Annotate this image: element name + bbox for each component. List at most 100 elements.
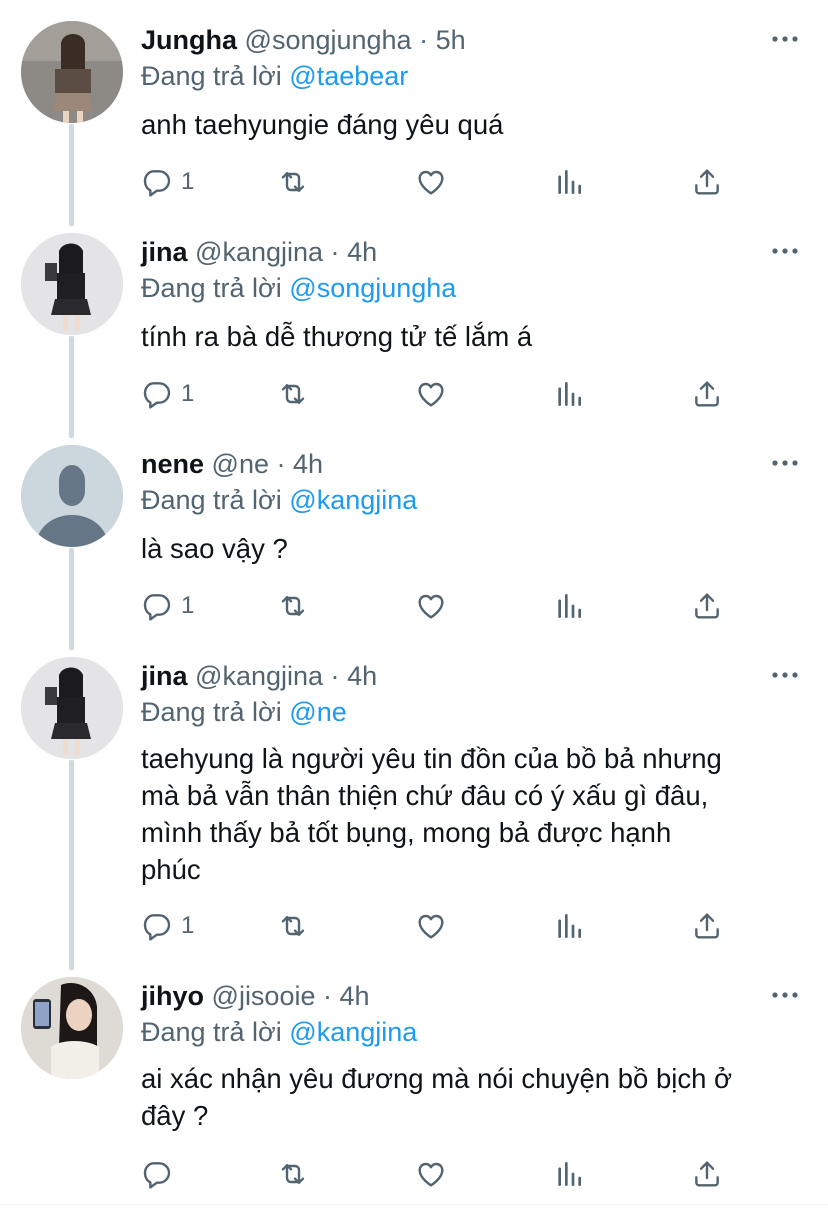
reply-prefix: Đang trả lời xyxy=(141,273,282,303)
display-name[interactable]: jihyo xyxy=(141,981,204,1011)
views-button[interactable] xyxy=(553,906,585,946)
avatar[interactable] xyxy=(21,233,123,335)
reply-icon xyxy=(141,590,173,622)
tweet-actions: 1 xyxy=(141,374,801,414)
views-button[interactable] xyxy=(553,586,585,626)
reply-icon xyxy=(141,378,173,410)
tweet-text-line: tính ra bà dễ thương tử tế lắm á xyxy=(141,321,533,352)
retweet-button[interactable] xyxy=(277,374,309,414)
tweet-text-line: ai xác nhận yêu đương mà nói chuyện bồ b… xyxy=(141,1063,733,1094)
tweet-text: ai xác nhận yêu đương mà nói chuyện bồ b… xyxy=(141,1060,811,1134)
avatar[interactable] xyxy=(21,657,123,759)
heart-icon xyxy=(415,166,447,198)
user-handle[interactable]: @ne xyxy=(212,449,269,479)
bar-chart-icon xyxy=(553,166,585,198)
share-icon xyxy=(691,590,723,622)
more-options-icon[interactable] xyxy=(770,660,800,690)
separator-dot: · xyxy=(323,981,332,1011)
like-button[interactable] xyxy=(415,586,447,626)
reply-mention[interactable]: @kangjina xyxy=(289,485,417,515)
reply-icon xyxy=(141,166,173,198)
share-button[interactable] xyxy=(691,374,723,414)
more-options-icon[interactable] xyxy=(770,236,800,266)
reply-mention[interactable]: @ne xyxy=(289,697,346,727)
views-button[interactable] xyxy=(553,1154,585,1194)
reply-button[interactable] xyxy=(141,1154,181,1194)
tweet-actions xyxy=(141,1154,801,1194)
reply-thread: Jungha @songjungha · 5h Đang trả lời @ta… xyxy=(0,0,828,1209)
tweet[interactable]: Jungha @songjungha · 5h Đang trả lời @ta… xyxy=(0,0,828,212)
tweet[interactable]: jihyo @jisooie · 4h Đang trả lời @kangji… xyxy=(0,956,828,1209)
retweet-button[interactable] xyxy=(277,586,309,626)
separator-dot: · xyxy=(276,449,286,479)
retweet-button[interactable] xyxy=(277,1154,309,1194)
reply-count: 1 xyxy=(181,592,195,619)
tweet-text-line: đây ? xyxy=(141,1100,209,1131)
heart-icon xyxy=(415,1158,447,1190)
tweet-actions: 1 xyxy=(141,906,801,946)
timestamp[interactable]: 5h xyxy=(436,25,466,55)
user-handle[interactable]: @jisooie xyxy=(212,981,316,1011)
reply-icon xyxy=(141,1158,173,1190)
tweet[interactable]: nene @ne · 4h Đang trả lời @kangjina là … xyxy=(0,424,828,636)
tweet-header: jina @kangjina · 4h xyxy=(141,658,377,694)
reply-mention[interactable]: @songjungha xyxy=(289,273,456,303)
display-name[interactable]: jina xyxy=(141,661,188,691)
more-options-icon[interactable] xyxy=(770,448,800,478)
share-button[interactable] xyxy=(691,162,723,202)
share-icon xyxy=(691,910,723,942)
replying-to: Đang trả lời @taebear xyxy=(141,58,408,94)
retweet-button[interactable] xyxy=(277,162,309,202)
share-button[interactable] xyxy=(691,906,723,946)
timestamp[interactable]: 4h xyxy=(340,981,370,1011)
reply-mention[interactable]: @taebear xyxy=(289,61,408,91)
retweet-icon xyxy=(277,166,309,198)
reply-button[interactable]: 1 xyxy=(141,906,194,946)
bar-chart-icon xyxy=(553,1158,585,1190)
timestamp[interactable]: 4h xyxy=(347,237,377,267)
like-button[interactable] xyxy=(415,906,447,946)
user-handle[interactable]: @kangjina xyxy=(195,237,323,267)
reply-button[interactable]: 1 xyxy=(141,586,194,626)
user-handle[interactable]: @songjungha xyxy=(245,25,412,55)
reply-count: 1 xyxy=(181,168,195,195)
timestamp[interactable]: 4h xyxy=(347,661,377,691)
views-button[interactable] xyxy=(553,162,585,202)
like-button[interactable] xyxy=(415,1154,447,1194)
tweet[interactable]: jina @kangjina · 4h Đang trả lời @ne tae… xyxy=(0,636,828,956)
replying-to: Đang trả lời @songjungha xyxy=(141,270,456,306)
avatar[interactable] xyxy=(21,21,123,123)
views-button[interactable] xyxy=(553,374,585,414)
display-name[interactable]: nene xyxy=(141,449,204,479)
like-button[interactable] xyxy=(415,374,447,414)
reply-prefix: Đang trả lời xyxy=(141,485,282,515)
replying-to: Đang trả lời @kangjina xyxy=(141,1014,417,1050)
retweet-button[interactable] xyxy=(277,906,309,946)
reply-prefix: Đang trả lời xyxy=(141,697,282,727)
bar-chart-icon xyxy=(553,590,585,622)
reply-mention[interactable]: @kangjina xyxy=(289,1017,417,1047)
tweet[interactable]: jina @kangjina · 4h Đang trả lời @songju… xyxy=(0,212,828,424)
share-button[interactable] xyxy=(691,1154,723,1194)
display-name[interactable]: Jungha xyxy=(141,25,237,55)
tweet-actions: 1 xyxy=(141,162,801,202)
display-name[interactable]: jina xyxy=(141,237,188,267)
more-options-icon[interactable] xyxy=(770,24,800,54)
share-button[interactable] xyxy=(691,586,723,626)
reply-button[interactable]: 1 xyxy=(141,374,194,414)
avatar[interactable] xyxy=(21,445,123,547)
tweet-text: anh taehyungie đáng yêu quá xyxy=(141,106,811,143)
separator-dot: · xyxy=(330,237,340,267)
separator-dot: · xyxy=(419,25,429,55)
tweet-text-line: mà bả vẫn thân thiện chứ đâu có ý xấu gì… xyxy=(141,780,709,811)
separator-dot: · xyxy=(330,661,340,691)
tweet-text: taehyung là người yêu tin đồn của bồ bả … xyxy=(141,740,811,888)
reply-button[interactable]: 1 xyxy=(141,162,194,202)
bar-chart-icon xyxy=(553,378,585,410)
user-handle[interactable]: @kangjina xyxy=(195,661,323,691)
avatar[interactable] xyxy=(21,977,123,1079)
tweet-header: jina @kangjina · 4h xyxy=(141,234,377,270)
more-options-icon[interactable] xyxy=(770,980,800,1010)
timestamp[interactable]: 4h xyxy=(293,449,323,479)
like-button[interactable] xyxy=(415,162,447,202)
